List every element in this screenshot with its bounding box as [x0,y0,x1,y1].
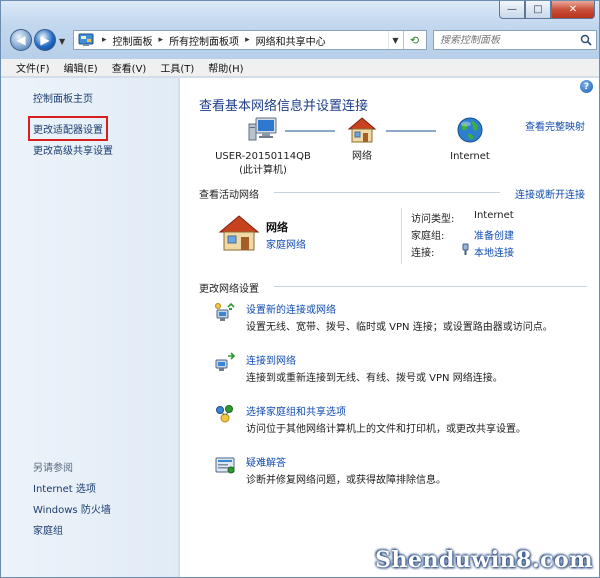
this-computer-label: (此计算机) [239,165,287,176]
breadcrumb-separator-icon[interactable]: ▸ [241,35,254,45]
internet-label: Internet [450,151,490,162]
caption-buttons: — □ ✕ [499,1,595,19]
control-panel-window: — □ ✕ ◀ ▶ ▼ ▸ 控制面板 ▸ 所有控制面板项 ▸ 网络和共享中心 ▼ [0,0,600,578]
task-setup-connection-link[interactable]: 设置新的连接或网络 [246,301,336,316]
recent-pages-dropdown[interactable]: ▼ [59,37,65,46]
sidebar-control-panel-home[interactable]: 控制面板主页 [33,90,93,105]
sidebar-change-adapter-settings[interactable]: 更改适配器设置 [28,116,108,141]
homegroup-link[interactable]: 准备创建 [474,227,514,242]
breadcrumb-control-panel[interactable]: 控制面板 [111,33,155,48]
section-divider [274,192,500,193]
forward-button[interactable]: ▶ [34,29,56,51]
sidebar-internet-options[interactable]: Internet 选项 [33,480,96,495]
section-divider [274,286,587,287]
address-bar[interactable]: ▸ 控制面板 ▸ 所有控制面板项 ▸ 网络和共享中心 ▼ [73,30,427,50]
sidebar-homegroup[interactable]: 家庭组 [33,522,63,537]
connection-line [386,130,436,132]
menu-bar: 文件(F) 编辑(E) 查看(V) 工具(T) 帮助(H) [1,59,599,77]
connect-disconnect-link[interactable]: 连接或断开连接 [515,186,585,201]
minimize-button[interactable]: — [499,1,525,19]
globe-icon [457,117,483,143]
refresh-button[interactable]: ⟲ [403,31,425,49]
change-settings-heading: 更改网络设置 [199,284,259,295]
network-node[interactable]: 网络 [332,116,392,164]
connections-label: 连接: [411,248,435,259]
computer-name: USER-20150114QB [215,151,311,162]
connect-network-icon [215,352,236,371]
active-networks-heading: 查看活动网络 [199,190,259,201]
breadcrumb-separator-icon[interactable]: ▸ [98,35,111,45]
sidebar-windows-firewall[interactable]: Windows 防火墙 [33,501,111,516]
search-input[interactable] [440,34,570,46]
maximize-button[interactable]: □ [525,1,551,19]
watermark-text: Shenduwin8.com [375,547,593,573]
refresh-icon: ⟲ [409,33,420,47]
breadcrumb-all-items[interactable]: 所有控制面板项 [167,33,241,48]
computer-name-label: USER-20150114QB (此计算机) [215,150,311,178]
active-network-name: 网络 [266,221,288,234]
task-connect-network-link[interactable]: 连接到网络 [246,352,296,367]
homegroup-label: 家庭组: [411,231,445,242]
computer-node[interactable]: USER-20150114QB (此计算机) [199,116,327,178]
access-type-value: Internet [474,210,514,221]
task-setup-connection-desc: 设置无线、宽带、拨号、临时或 VPN 连接；或设置路由器或访问点。 [246,322,553,333]
control-panel-icon [78,33,94,46]
ethernet-icon [462,243,469,255]
address-dropdown-icon[interactable]: ▼ [388,31,402,49]
breadcrumb-network-center[interactable]: 网络和共享中心 [254,33,328,48]
task-troubleshoot-link[interactable]: 疑难解答 [246,454,286,469]
internet-node[interactable]: Internet [435,116,505,164]
local-connection-link[interactable]: 本地连接 [474,244,514,259]
see-also-heading: 另请参阅 [33,463,73,474]
task-homegroup-sharing-desc: 访问位于其他网络计算机上的文件和打印机，或更改共享设置。 [246,424,526,435]
access-type-label: 访问类型: [411,214,455,225]
task-homegroup-sharing-link[interactable]: 选择家庭组和共享选项 [246,403,346,418]
computer-icon [248,117,277,141]
search-icon[interactable] [580,34,592,46]
new-connection-icon [215,302,235,321]
menu-file[interactable]: 文件(F) [9,60,57,75]
view-full-map-link[interactable]: 查看完整映射 [525,118,585,133]
menu-help[interactable]: 帮助(H) [201,60,250,75]
house-icon [347,117,377,143]
title-bar: — □ ✕ ◀ ▶ ▼ ▸ 控制面板 ▸ 所有控制面板项 ▸ 网络和共享中心 ▼ [1,1,599,59]
page-title: 查看基本网络信息并设置连接 [199,99,369,114]
vertical-divider [401,208,402,264]
back-arrow-icon: ◀ [16,33,26,47]
close-button[interactable]: ✕ [551,1,595,19]
search-box [433,30,597,50]
menu-edit[interactable]: 编辑(E) [57,60,105,75]
task-sidebar: 控制面板主页 更改适配器设置 更改高级共享设置 另请参阅 Internet 选项… [1,78,179,577]
connection-line [285,130,335,132]
network-type-link[interactable]: 家庭网络 [266,236,306,251]
back-button[interactable]: ◀ [10,29,32,51]
network-label: 网络 [352,151,372,162]
home-network-icon [218,215,260,251]
help-icon[interactable]: ? [580,80,593,93]
troubleshoot-icon [215,457,235,474]
task-connect-network-desc: 连接到或重新连接到无线、有线、拨号或 VPN 网络连接。 [246,373,503,384]
task-troubleshoot-desc: 诊断并修复网络问题，或获得故障排除信息。 [246,475,446,486]
breadcrumb-separator-icon[interactable]: ▸ [155,35,168,45]
menu-tools[interactable]: 工具(T) [153,60,201,75]
menu-view[interactable]: 查看(V) [105,60,154,75]
homegroup-sharing-icon [216,405,233,423]
forward-arrow-icon: ▶ [40,33,50,47]
sidebar-change-advanced-sharing[interactable]: 更改高级共享设置 [33,142,113,157]
main-content: ? 查看基本网络信息并设置连接 查看完整映射 USER-20150114QB (… [180,78,599,577]
